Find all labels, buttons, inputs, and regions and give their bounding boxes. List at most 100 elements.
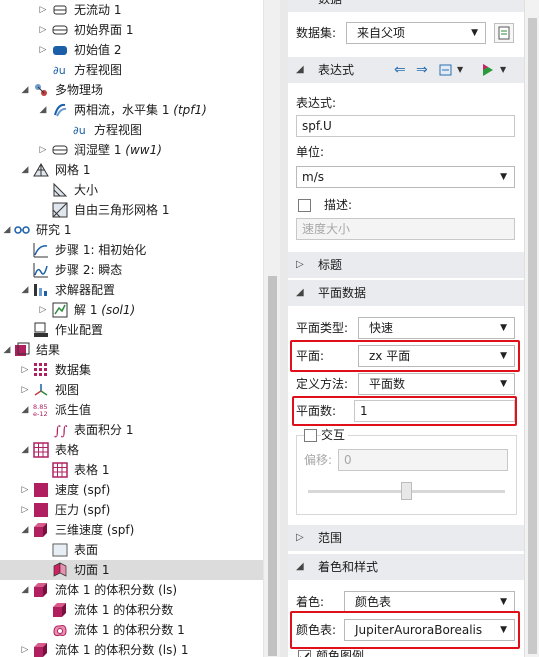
collapse-arrow-icon[interactable]: ◢ [20, 580, 30, 600]
tree-item-surface[interactable]: 表面 [0, 540, 263, 560]
collapse-arrow-icon[interactable]: ◢ [20, 400, 30, 420]
tree-item-velocity-spf[interactable]: ▷ 速度 (spf) [0, 480, 263, 500]
settings-scrollbar-thumb[interactable] [528, 18, 537, 654]
expand-arrow-icon[interactable]: ▷ [20, 640, 30, 657]
color-legend-checkbox[interactable] [298, 650, 311, 657]
section-data-header[interactable]: 数据 [288, 0, 524, 12]
expand-arrow-icon[interactable]: ▷ [38, 0, 48, 20]
expand-arrow-icon[interactable]: ▷ [20, 480, 30, 500]
coloring-select[interactable]: 颜色表 ▼ [344, 591, 515, 613]
tree-item-surface-integration[interactable]: ∫∫ 表面积分 1 [0, 420, 263, 440]
tree-item-datasets[interactable]: ▷ 数据集 [0, 360, 263, 380]
color-table-select[interactable]: JupiterAuroraBorealis ▼ [344, 619, 515, 641]
description-checkbox[interactable] [298, 199, 311, 212]
tree-item-derived-values[interactable]: ◢ 8.85 e-12 派生值 [0, 400, 263, 420]
section-title-header[interactable]: ▷ 标题 [288, 252, 524, 278]
tree-item-label: 网格 1 [55, 163, 91, 177]
insert-dropdown-icon[interactable]: ▼ [457, 62, 463, 78]
expression-input[interactable]: spf.U [296, 115, 515, 137]
tree-item-wetted-wall[interactable]: ▷ 润湿壁 1 (ww1) [0, 140, 263, 160]
collapse-arrow-icon[interactable]: ◢ [20, 440, 30, 460]
tree-item-label: 数据集 [55, 363, 92, 377]
collapse-arrow-icon[interactable]: ◢ [20, 160, 30, 180]
tree-item-size[interactable]: 大小 [0, 180, 263, 200]
tree-item-table-1[interactable]: 表格 1 [0, 460, 263, 480]
tree-item-step-1[interactable]: 步骤 1: 相初始化 [0, 240, 263, 260]
expand-arrow-icon[interactable]: ▷ [20, 500, 30, 520]
expand-arrow-icon[interactable]: ▷ [20, 360, 30, 380]
section-plane-data-header[interactable]: ◢ 平面数据 [288, 280, 524, 306]
plane-type-select[interactable]: 快速 ▼ [358, 317, 515, 339]
section-range-header[interactable]: ▷ 范围 [288, 525, 524, 551]
tree-item-equation-view-2[interactable]: ∂u 方程视图 [0, 120, 263, 140]
insert-expression-icon[interactable] [438, 62, 456, 78]
expand-arrow-icon[interactable]: ▷ [38, 40, 48, 60]
chevron-down-icon: ▼ [500, 625, 507, 635]
tree-item-free-triangular[interactable]: 自由三角形网格 1 [0, 200, 263, 220]
expand-arrow-icon[interactable]: ▷ [38, 20, 48, 40]
tree-item-equation-view[interactable]: ∂u 方程视图 [0, 60, 263, 80]
tree-item-velocity-3d-spf[interactable]: ◢ 三维速度 (spf) [0, 520, 263, 540]
unit-select[interactable]: m/s ▼ [296, 166, 515, 188]
entry-method-select[interactable]: 平面数 ▼ [358, 373, 515, 395]
tree-item-mesh-1[interactable]: ◢ 网格 1 [0, 160, 263, 180]
tree-item-study-1[interactable]: ◢ 研究 1 [0, 220, 263, 240]
tree-item-solution-1[interactable]: ▷ 解 1 (sol1) [0, 300, 263, 320]
panel-splitter[interactable] [280, 0, 288, 657]
tree-item-pressure-spf[interactable]: ▷ 压力 (spf) [0, 500, 263, 520]
tree-item-label: 表格 [55, 443, 80, 457]
collapse-arrow-icon[interactable]: ◢ [2, 220, 12, 240]
unit-label: 单位: [296, 145, 325, 159]
section-coloring-header[interactable]: ◢ 着色和样式 [288, 554, 524, 580]
tree-scrollbar-thumb[interactable] [268, 276, 277, 656]
dataset-select[interactable]: 来自父项 ▼ [346, 22, 486, 44]
go-to-source-button[interactable] [494, 23, 514, 43]
tree-item-job-configurations[interactable]: 作业配置 [0, 320, 263, 340]
replace-dropdown-icon[interactable]: ▼ [500, 62, 506, 78]
settings-scrollbar[interactable] [524, 0, 539, 657]
dataset-label: 数据集: [296, 26, 337, 40]
tree-item-initial-interface[interactable]: ▷ 初始界面 1 [0, 20, 263, 40]
tree-item-volume-fraction-1[interactable]: 流体 1 的体积分数 1 [0, 620, 263, 640]
isosurface-plot-icon [52, 622, 68, 638]
arrow-left-icon[interactable]: ⇐ [394, 62, 406, 78]
tree-item-label: 研究 1 [36, 223, 72, 237]
shift-input[interactable]: 0 [338, 449, 508, 471]
plane-select[interactable]: zx 平面 ▼ [358, 345, 515, 367]
tree-item-tables[interactable]: ◢ 表格 [0, 440, 263, 460]
tree-item-slice-1[interactable]: 切面 1 [0, 560, 263, 580]
tree-item-volume-fraction-ls-1[interactable]: ▷ 流体 1 的体积分数 (ls) 1 [0, 640, 263, 657]
expand-arrow-icon[interactable]: ▷ [38, 140, 48, 160]
planes-input[interactable]: 1 [354, 400, 515, 422]
tree-item-label: 初始界面 1 [74, 23, 134, 37]
tree-item-solver-configurations[interactable]: ◢ 求解器配置 [0, 280, 263, 300]
tree-item-step-2[interactable]: 步骤 2: 瞬态 [0, 260, 263, 280]
tree-item-label: 表格 1 [74, 463, 110, 477]
description-input[interactable]: 速度大小 [296, 218, 515, 240]
interactive-checkbox[interactable] [304, 429, 317, 442]
collapse-arrow-icon[interactable]: ◢ [20, 80, 30, 100]
tree-item-two-phase-flow[interactable]: ◢ 两相流，水平集 1 (tpf1) [0, 100, 263, 120]
tree-item-volume-fraction[interactable]: 流体 1 的体积分数 [0, 600, 263, 620]
tree-item-no-flow[interactable]: ▷ 无流动 1 [0, 0, 263, 20]
expand-arrow-icon[interactable]: ▷ [38, 300, 48, 320]
tree-item-initial-values-2[interactable]: ▷ 初始值 2 [0, 40, 263, 60]
collapse-arrow-icon[interactable]: ◢ [20, 520, 30, 540]
shift-slider-thumb[interactable] [401, 482, 412, 500]
collapse-arrow-icon[interactable]: ◢ [20, 280, 30, 300]
tree-item-views[interactable]: ▷ 视图 [0, 380, 263, 400]
expand-arrow-icon[interactable]: ▷ [20, 380, 30, 400]
wetted-wall-icon [52, 142, 68, 158]
tree-item-multiphysics[interactable]: ◢ 多物理场 [0, 80, 263, 100]
tree-item-results[interactable]: ◢ 结果 [0, 340, 263, 360]
replace-expression-icon[interactable] [480, 62, 496, 78]
chevron-down-icon: ▼ [500, 597, 507, 607]
collapse-arrow-icon[interactable]: ◢ [38, 100, 48, 120]
collapse-arrow-icon[interactable]: ◢ [2, 340, 12, 360]
description-label: 描述: [324, 198, 353, 212]
tree-item-volume-fraction-ls[interactable]: ◢ 流体 1 的体积分数 (ls) [0, 580, 263, 600]
tree-scrollbar[interactable] [263, 0, 280, 657]
arrow-right-icon[interactable]: ⇒ [416, 62, 428, 78]
plot-group-3d-icon [33, 642, 49, 657]
tree-item-label: 求解器配置 [55, 283, 116, 297]
